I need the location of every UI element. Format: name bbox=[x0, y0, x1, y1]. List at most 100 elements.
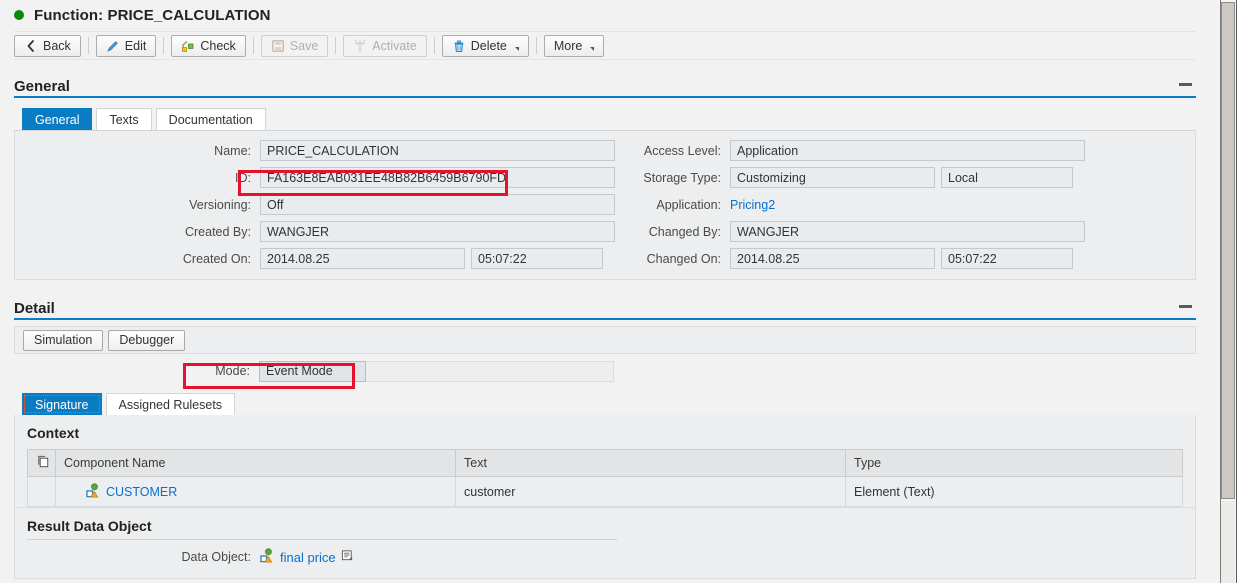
mode-label: Mode: bbox=[215, 364, 250, 378]
activate-button: Activate bbox=[343, 34, 427, 57]
delete-button[interactable]: Delete bbox=[441, 34, 529, 57]
data-object-icon bbox=[86, 482, 101, 501]
name-input[interactable]: PRICE_CALCULATION bbox=[260, 140, 615, 161]
created-by-input[interactable]: WANGJER bbox=[260, 221, 615, 242]
application-label: Application: bbox=[656, 197, 721, 212]
context-title: Context bbox=[27, 425, 80, 441]
storage-type-input[interactable]: Customizing bbox=[730, 167, 935, 188]
debugger-button-label: Debugger bbox=[119, 333, 175, 347]
tab-signature[interactable]: Signature bbox=[22, 393, 102, 415]
activate-button-label: Activate bbox=[372, 38, 417, 53]
mode-field-container: Event Mode bbox=[259, 360, 614, 382]
component-name-text: CUSTOMER bbox=[106, 484, 178, 499]
data-object-link[interactable]: final price bbox=[260, 548, 354, 566]
vertical-scrollbar[interactable] bbox=[1206, 0, 1237, 583]
component-name-link[interactable]: CUSTOMER bbox=[64, 482, 178, 501]
created-by-label: Created By: bbox=[184, 224, 251, 239]
tab-general-label: General bbox=[35, 112, 80, 127]
mode-input[interactable]: Event Mode bbox=[259, 360, 366, 382]
result-data-object-panel: Result Data Object Data Object: final pr… bbox=[14, 508, 1196, 579]
select-all-header[interactable] bbox=[27, 449, 56, 477]
general-left-column: Name: PRICE_CALCULATION ID: FA163E8EAB03… bbox=[15, 140, 615, 269]
page-content: Function: PRICE_CALCULATION Back Edit Ch… bbox=[0, 0, 1206, 583]
created-on-date-input[interactable]: 2014.08.25 bbox=[260, 248, 465, 269]
field-row-changed-on: Changed On: 2014.08.25 05:07:22 bbox=[615, 248, 1175, 269]
back-chevron-icon bbox=[24, 39, 38, 53]
changed-on-time-input[interactable]: 05:07:22 bbox=[941, 248, 1073, 269]
row-select-cell[interactable] bbox=[27, 476, 56, 507]
toolbar-separator bbox=[535, 37, 537, 54]
more-button[interactable]: More bbox=[543, 34, 605, 57]
save-button-label: Save bbox=[289, 38, 319, 53]
table-header-row: Component Name Text Type bbox=[27, 449, 1183, 477]
copy-columns-icon bbox=[36, 454, 51, 472]
column-header-component-name[interactable]: Component Name bbox=[55, 449, 456, 477]
versioning-label: Versioning: bbox=[189, 197, 251, 212]
changed-by-input[interactable]: WANGJER bbox=[730, 221, 1085, 242]
general-section-rule bbox=[14, 96, 1196, 98]
context-table: Component Name Text Type CUSTOMER custom… bbox=[27, 449, 1183, 507]
id-label: ID: bbox=[235, 170, 251, 185]
minus-icon bbox=[1178, 304, 1192, 308]
activate-icon bbox=[353, 39, 367, 53]
tab-documentation[interactable]: Documentation bbox=[155, 108, 266, 130]
minus-icon bbox=[1178, 82, 1192, 86]
general-section-title: General bbox=[14, 78, 70, 95]
more-button-label: More bbox=[553, 38, 583, 53]
context-panel: Context Component Name Text Type CUSTOME… bbox=[14, 415, 1196, 508]
edit-button-label: Edit bbox=[124, 38, 147, 53]
chevron-down-icon bbox=[590, 46, 595, 51]
general-collapse-button[interactable] bbox=[1174, 73, 1196, 95]
changed-on-date-input[interactable]: 2014.08.25 bbox=[730, 248, 935, 269]
scrollbar-lower-track[interactable] bbox=[1221, 501, 1235, 583]
field-row-created-on: Created On: 2014.08.25 05:07:22 bbox=[15, 248, 615, 269]
detail-section-title: Detail bbox=[14, 300, 55, 317]
general-section-header: General bbox=[14, 69, 1196, 96]
tab-texts[interactable]: Texts bbox=[96, 108, 152, 130]
detail-collapse-button[interactable] bbox=[1174, 295, 1196, 317]
scrollbar-thumb[interactable] bbox=[1221, 2, 1235, 499]
versioning-input[interactable]: Off bbox=[260, 194, 615, 215]
check-button-label: Check bbox=[200, 38, 236, 53]
value-help-icon[interactable] bbox=[341, 549, 354, 565]
storage-type-label: Storage Type: bbox=[643, 170, 721, 185]
check-button[interactable]: Check bbox=[171, 34, 246, 57]
detail-toolbar: Simulation Debugger bbox=[14, 326, 1196, 354]
data-object-value: final price bbox=[280, 549, 336, 565]
table-row[interactable]: CUSTOMER customer Element (Text) bbox=[27, 476, 1183, 507]
field-row-storage-type: Storage Type: Customizing Local bbox=[615, 167, 1175, 188]
column-header-type[interactable]: Type bbox=[845, 449, 1183, 477]
tab-assigned-rulesets[interactable]: Assigned Rulesets bbox=[105, 393, 236, 415]
general-section: General General Texts Documentation Name… bbox=[14, 69, 1196, 280]
column-header-text[interactable]: Text bbox=[455, 449, 846, 477]
edit-button[interactable]: Edit bbox=[95, 34, 157, 57]
name-label: Name: bbox=[214, 143, 251, 158]
simulation-button[interactable]: Simulation bbox=[23, 329, 104, 351]
field-row-versioning: Versioning: Off bbox=[15, 194, 615, 215]
toolbar-separator bbox=[252, 37, 254, 54]
field-row-changed-by: Changed By: WANGJER bbox=[615, 221, 1175, 242]
data-object-row: Data Object: final price bbox=[27, 548, 1183, 566]
access-level-label: Access Level: bbox=[643, 143, 721, 158]
data-object-icon bbox=[260, 548, 275, 566]
tab-documentation-label: Documentation bbox=[168, 112, 253, 127]
pencil-icon bbox=[106, 39, 120, 53]
back-button[interactable]: Back bbox=[14, 34, 81, 57]
created-on-time-input[interactable]: 05:07:22 bbox=[471, 248, 603, 269]
main-toolbar: Back Edit Check Save Activate Delete Mor… bbox=[14, 31, 1196, 60]
chevron-down-icon bbox=[514, 46, 519, 51]
green-status-dot bbox=[14, 10, 24, 20]
simulation-button-label: Simulation bbox=[34, 333, 93, 347]
debugger-button[interactable]: Debugger bbox=[108, 329, 186, 351]
storage-type-scope-input[interactable]: Local bbox=[941, 167, 1073, 188]
toolbar-separator bbox=[335, 37, 337, 54]
access-level-input[interactable]: Application bbox=[730, 140, 1085, 161]
delete-button-label: Delete bbox=[470, 38, 507, 53]
application-link[interactable]: Pricing2 bbox=[730, 198, 775, 212]
id-input[interactable]: FA163E8EAB031EE48B82B6459B6790FD bbox=[260, 167, 615, 188]
field-row-name: Name: PRICE_CALCULATION bbox=[15, 140, 615, 161]
result-divider bbox=[27, 539, 617, 540]
trash-icon bbox=[452, 39, 466, 53]
detail-section-header: Detail bbox=[14, 291, 1196, 318]
tab-general[interactable]: General bbox=[22, 108, 93, 130]
